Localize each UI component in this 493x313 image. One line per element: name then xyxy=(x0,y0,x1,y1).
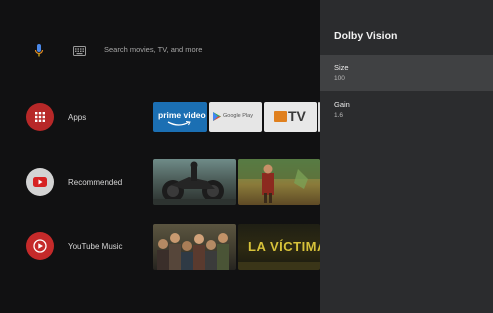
crowd-image xyxy=(157,233,229,270)
recommended-row: Recommended xyxy=(0,159,320,205)
keyboard-icon[interactable] xyxy=(73,46,86,56)
option-gain-value: 1.6 xyxy=(334,112,344,119)
app-tile-label: Google Play xyxy=(223,113,253,119)
apps-row-button[interactable] xyxy=(26,103,54,131)
app-tile-tv[interactable]: TV xyxy=(264,102,317,132)
home-screen: Search movies, TV, and more Apps prime v… xyxy=(0,0,320,313)
smile-arrow-icon xyxy=(167,121,191,126)
person-outdoor-image xyxy=(238,159,320,203)
youtube-music-row-label: YouTube Music xyxy=(68,242,123,251)
option-gain[interactable]: Gain 1.6 xyxy=(320,92,493,128)
youtube-music-button[interactable] xyxy=(26,232,54,260)
option-gain-name: Gain xyxy=(334,100,350,109)
apps-row-label: Apps xyxy=(68,113,87,122)
app-tile-label: TV xyxy=(288,108,306,124)
app-tile-prime-video[interactable]: prime video xyxy=(153,102,207,132)
motorcycle-image xyxy=(153,161,236,205)
app-tile-google-play[interactable]: Google Play xyxy=(209,102,262,132)
apps-row: Apps prime video Google Play TV xyxy=(0,102,320,132)
tv-logo-icon xyxy=(274,111,287,122)
recommended-thumbnail-2[interactable] xyxy=(238,159,320,205)
dolby-vision-panel: Dolby Vision Size 100 Gain 1.6 xyxy=(320,0,493,313)
play-store-icon xyxy=(213,112,221,121)
option-size-name: Size xyxy=(334,63,349,72)
youtube-music-row: YouTube Music LA VÍCTIMA xyxy=(0,222,320,270)
recommended-row-label: Recommended xyxy=(68,178,123,187)
app-tile-label: prime video xyxy=(158,110,206,120)
music-thumbnail-1[interactable] xyxy=(153,224,236,270)
option-size[interactable]: Size 100 xyxy=(320,55,493,91)
apps-grid-icon xyxy=(35,112,45,122)
option-size-value: 100 xyxy=(334,75,345,82)
youtube-music-icon xyxy=(33,239,47,253)
thumbnail-shadow xyxy=(238,262,320,270)
search-placeholder[interactable]: Search movies, TV, and more xyxy=(104,45,202,54)
search-bar[interactable]: Search movies, TV, and more xyxy=(0,38,320,64)
recommended-thumbnail-1[interactable] xyxy=(153,159,236,205)
youtube-channel-button[interactable] xyxy=(26,168,54,196)
music-thumbnail-2[interactable]: LA VÍCTIMA xyxy=(238,224,320,270)
thumbnail-title-text: LA VÍCTIMA xyxy=(248,239,320,254)
panel-title: Dolby Vision xyxy=(334,30,398,42)
microphone-icon[interactable] xyxy=(33,43,45,59)
youtube-icon xyxy=(33,177,47,187)
